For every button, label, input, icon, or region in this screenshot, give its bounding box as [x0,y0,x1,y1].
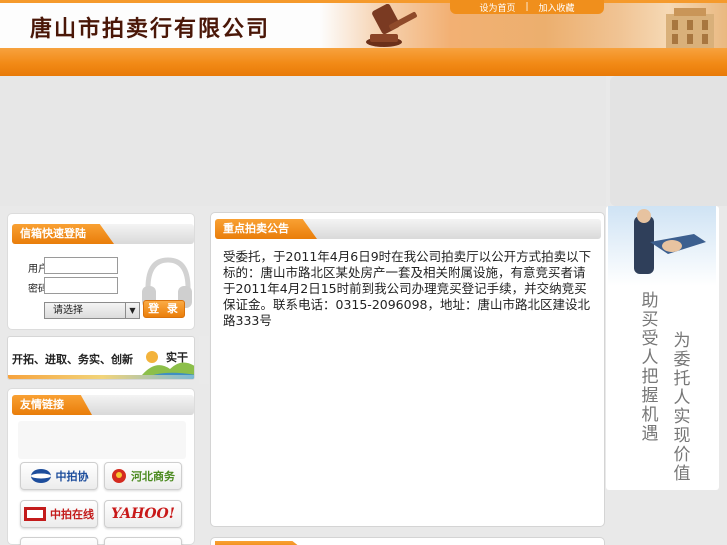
slogan-consignor: 为委托人实现价值 [673,331,691,484]
mail-domain-select[interactable]: 请选择 ▼ [44,302,140,319]
link-label: YAHOO! [111,506,175,522]
friend-links-panel: 友情链接 中拍协 河北商务 中拍在线 YAHOO! [7,388,195,545]
nav-bar [0,48,727,76]
cac-logo-icon [24,507,46,521]
gavel-icon [366,4,417,47]
link-hebei-commerce[interactable]: 河北商务 [104,462,182,490]
divider [199,336,209,384]
login-panel-title: 信箱快速登陆 [12,224,114,244]
banner-area [0,76,606,206]
link-slot-6[interactable] [104,537,182,545]
second-panel-tab [215,541,305,545]
slogan-text: 开拓、进取、务实、创新 [12,353,133,366]
link-cnaa[interactable]: 中拍协 [20,462,98,490]
link-label: 河北商务 [131,470,175,483]
links-blank-slot [18,421,186,459]
right-slogan-panel: 助买受人把握机遇 为委托人实现价值 [606,206,719,490]
handshake-photo [608,206,716,286]
cnaa-logo-icon [30,469,51,483]
site-title: 唐山市拍卖行有限公司 [30,16,271,42]
link-slot-5[interactable] [20,537,98,545]
link-auction-online[interactable]: 中拍在线 [20,500,98,528]
separator: | [525,2,529,12]
login-button[interactable]: 登 录 [143,300,185,318]
username-input[interactable] [44,257,118,274]
banner-side [610,76,727,206]
second-panel-header [210,537,605,545]
set-homepage-link[interactable]: 设为首页 [479,1,515,14]
link-yahoo[interactable]: YAHOO! [104,500,182,528]
emblem-icon [112,469,126,483]
login-panel-header: 信箱快速登陆 [12,224,194,244]
chevron-down-icon[interactable]: ▼ [125,303,139,318]
select-value: 请选择 [53,305,83,316]
notice-panel: 重点拍卖公告 受委托，于2011年4月6日9时在我公司拍卖厅以公开方式拍卖以下标… [210,212,605,527]
slogan-tail: 实干 [166,351,188,364]
top-links: 设为首页 | 加入收藏 [450,0,604,14]
notice-panel-header: 重点拍卖公告 [215,219,601,239]
building-icon [666,8,714,48]
slogan-banner: 开拓、进取、务实、创新 实干 [7,336,195,380]
link-label: 中拍在线 [50,508,94,521]
add-favorite-link[interactable]: 加入收藏 [539,1,575,14]
slogan-stripe [8,375,194,379]
links-panel-title: 友情链接 [12,395,92,415]
header: 唐山市拍卖行有限公司 设为首页 | 加入收藏 [0,0,727,76]
mail-login-panel: 信箱快速登陆 用户 密码 请选择 ▼ 登 录 [7,213,195,330]
slogan-buyer: 助买受人把握机遇 [641,291,659,444]
password-input[interactable] [44,277,118,294]
link-label: 中拍协 [55,470,89,483]
notice-panel-title: 重点拍卖公告 [215,219,317,239]
links-panel-header: 友情链接 [12,395,194,415]
notice-body[interactable]: 受委托，于2011年4月6日9时在我公司拍卖厅以公开方式拍卖以下标的：唐山市路北… [223,249,595,329]
